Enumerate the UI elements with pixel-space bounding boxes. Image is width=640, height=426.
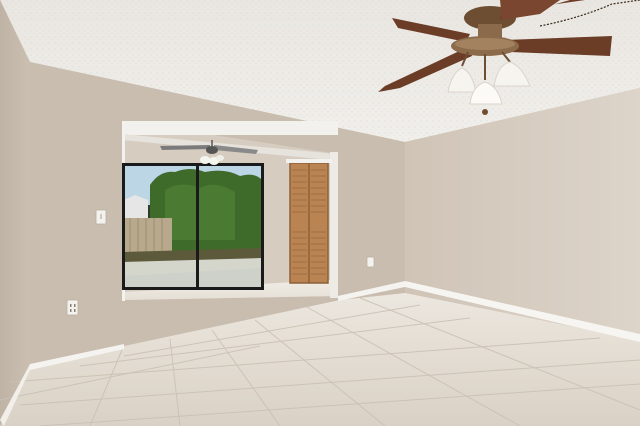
left-wall [0,0,30,426]
room-scene [0,0,640,426]
room-photo [0,0,640,426]
outlet-icon [366,256,375,268]
sliding-glass-door [122,163,264,290]
light-switch-icon [95,209,107,225]
closet-door [286,159,332,284]
outlet-icon [66,299,79,316]
